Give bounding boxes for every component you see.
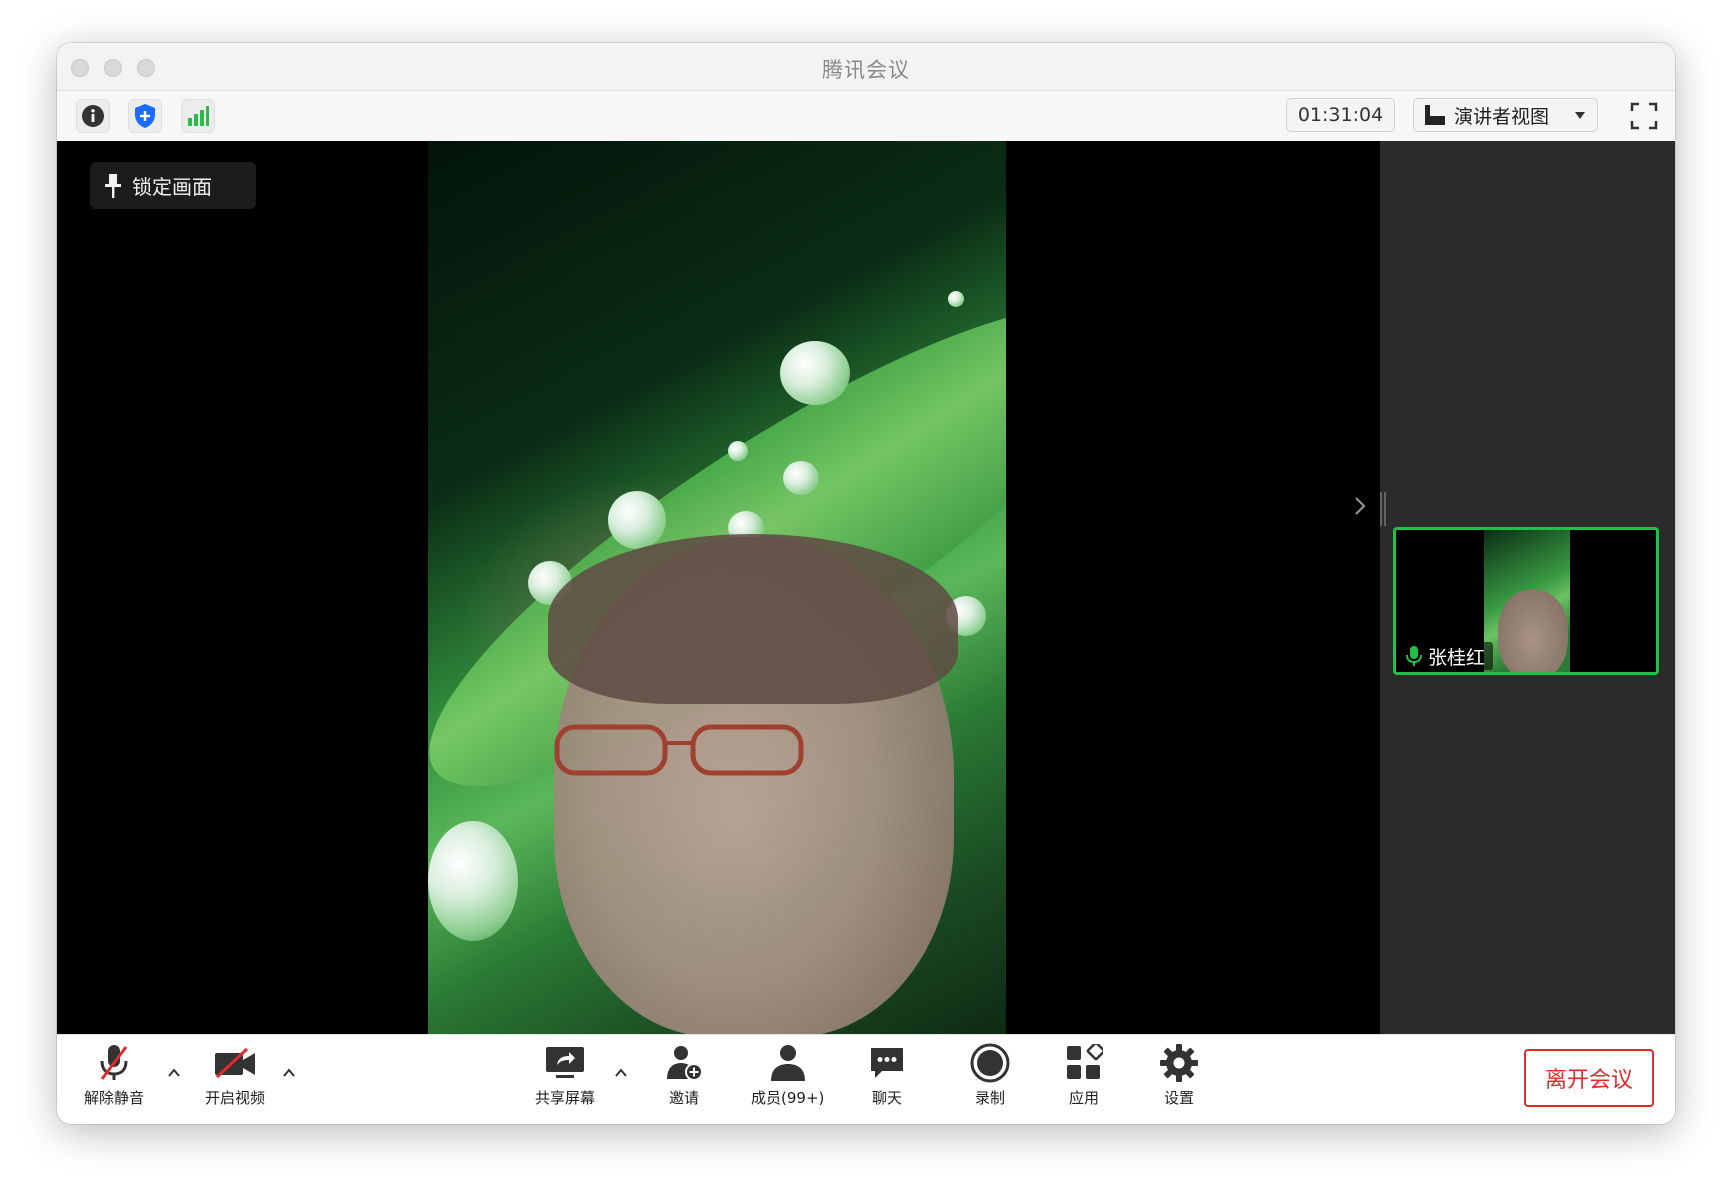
meeting-info-button[interactable] <box>76 99 110 133</box>
bottom-control-bar: 解除静音 开启视频 共享屏幕 邀请 成员(99+) 聊天 录制 应用 设置 离开… <box>57 1034 1675 1124</box>
members-button[interactable]: 成员(99+) <box>751 1041 824 1108</box>
top-toolbar: 01:31:04 演讲者视图 <box>57 91 1675 141</box>
water-drop <box>948 291 964 307</box>
thumbnail-face <box>1498 590 1568 672</box>
fullscreen-button[interactable] <box>1627 99 1661 133</box>
water-drop <box>783 461 819 495</box>
main-speaker-video <box>428 141 1006 1034</box>
glasses <box>554 724 804 776</box>
chevron-down-icon <box>1575 112 1585 119</box>
meeting-timer: 01:31:04 <box>1286 98 1395 132</box>
participant-hair <box>548 534 958 704</box>
collapse-panel-button[interactable] <box>1353 495 1373 525</box>
settings-label: 设置 <box>1163 1089 1194 1107</box>
add-user-icon <box>667 1046 703 1081</box>
chat-bubble-icon <box>871 1048 903 1078</box>
drag-handle-icon <box>1380 492 1386 526</box>
chat-button[interactable]: 聊天 <box>865 1041 909 1108</box>
mic-on-icon <box>1406 646 1422 666</box>
network-status-button[interactable] <box>181 99 215 133</box>
apps-icon <box>1067 1044 1103 1079</box>
title-bar: 腾讯会议 <box>57 43 1675 91</box>
signal-bars-icon <box>188 106 209 126</box>
security-button[interactable] <box>128 99 162 133</box>
invite-button[interactable]: 邀请 <box>662 1041 706 1108</box>
window-title: 腾讯会议 <box>822 58 910 82</box>
invite-label: 邀请 <box>668 1089 699 1107</box>
apps-button[interactable]: 应用 <box>1062 1041 1106 1108</box>
record-icon <box>970 1043 1010 1083</box>
water-drop <box>780 341 850 405</box>
share-screen-icon <box>546 1047 584 1078</box>
layout-view-label: 演讲者视图 <box>1454 105 1550 128</box>
chevron-right-icon <box>1355 497 1366 515</box>
start-video-button[interactable]: 开启视频 <box>205 1041 265 1108</box>
unmute-label: 解除静音 <box>84 1089 145 1107</box>
leave-meeting-button[interactable]: 离开会议 <box>1524 1049 1654 1107</box>
info-icon <box>82 105 104 127</box>
mic-muted-icon <box>100 1045 128 1080</box>
share-screen-button[interactable]: 共享屏幕 <box>535 1041 595 1108</box>
meeting-window: 腾讯会议 01:31:04 演讲者视图 锁定画面 张桂红 解除静音 开启视频 共… <box>57 43 1675 1124</box>
thumbnail-video <box>1484 530 1570 672</box>
members-icon <box>770 1045 805 1081</box>
chat-label: 聊天 <box>871 1089 902 1107</box>
members-label: 成员(99+) <box>751 1089 825 1107</box>
share-screen-label: 共享屏幕 <box>535 1089 596 1107</box>
water-drop <box>428 821 518 941</box>
water-drop <box>728 441 748 461</box>
shield-icon <box>135 104 155 128</box>
video-options-chevron-icon[interactable] <box>281 1065 297 1081</box>
participant-name-tag: 张桂红 <box>1400 642 1494 670</box>
camera-off-icon <box>215 1047 255 1079</box>
pin-icon <box>105 173 121 198</box>
participant-name: 张桂红 <box>1428 646 1486 669</box>
panel-resize-handle[interactable] <box>1379 490 1387 528</box>
participant-thumbnail[interactable]: 张桂红 <box>1393 527 1659 675</box>
audio-options-chevron-icon[interactable] <box>166 1065 182 1081</box>
lock-view-button[interactable]: 锁定画面 <box>90 162 256 209</box>
apps-label: 应用 <box>1068 1089 1099 1107</box>
start-video-label: 开启视频 <box>205 1089 266 1107</box>
unmute-button[interactable]: 解除静音 <box>84 1041 144 1108</box>
settings-button[interactable]: 设置 <box>1157 1041 1201 1108</box>
record-label: 录制 <box>974 1089 1005 1107</box>
gear-icon <box>1160 1044 1198 1082</box>
share-options-chevron-icon[interactable] <box>613 1065 629 1081</box>
lock-view-label: 锁定画面 <box>132 175 212 199</box>
speaker-layout-icon <box>1425 105 1445 125</box>
fullscreen-icon <box>1630 102 1658 130</box>
record-button[interactable]: 录制 <box>968 1041 1012 1108</box>
water-drop <box>608 491 666 549</box>
layout-view-selector[interactable]: 演讲者视图 <box>1413 98 1598 132</box>
video-stage: 锁定画面 <box>57 141 1380 1034</box>
